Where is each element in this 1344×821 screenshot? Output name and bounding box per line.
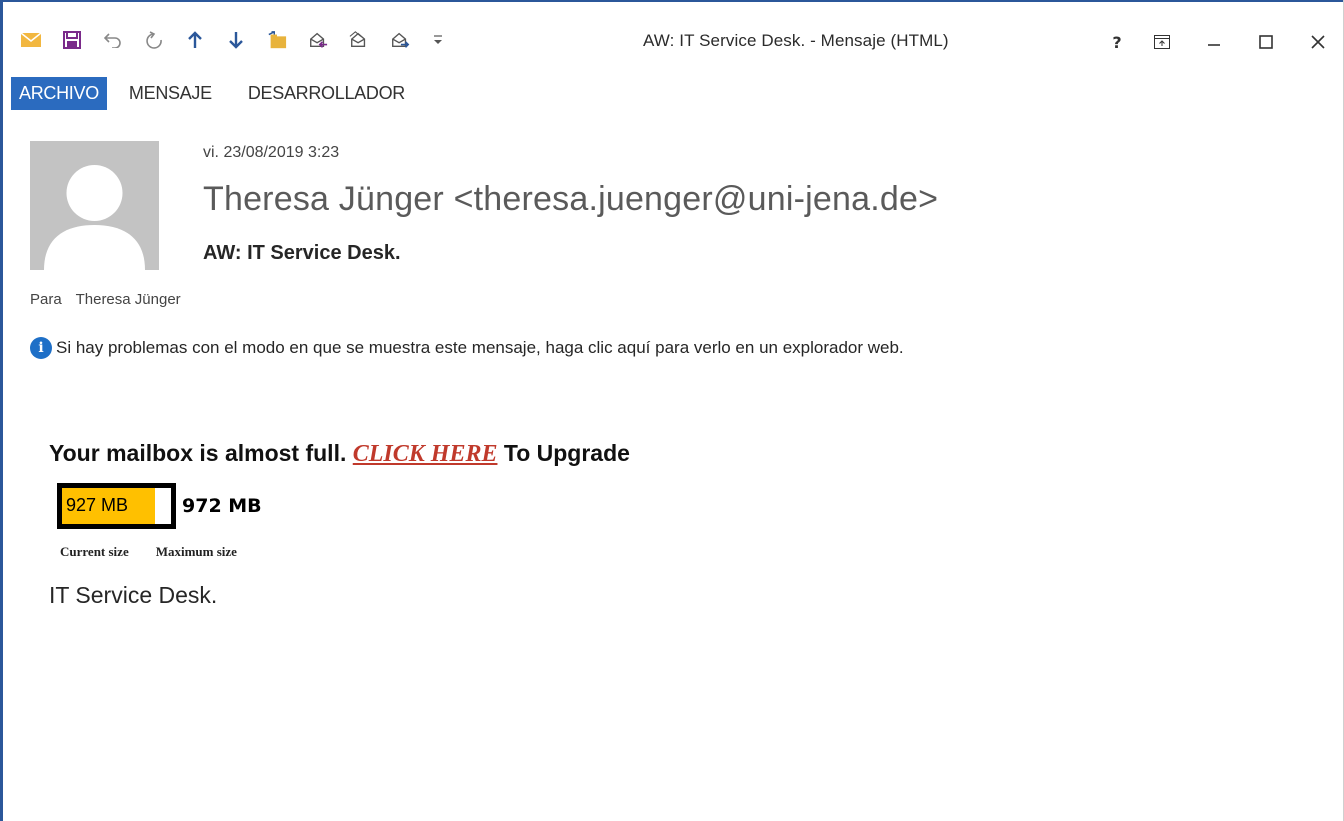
forward-icon[interactable] — [390, 29, 410, 51]
mail-icon[interactable] — [21, 29, 41, 51]
message-date: vi. 23/08/2019 3:23 — [203, 144, 340, 161]
message-subject: AW: IT Service Desk. — [203, 242, 401, 264]
window-title: AW: IT Service Desk. - Mensaje (HTML) — [643, 31, 949, 50]
ribbon-display-options-button[interactable] — [1136, 24, 1188, 60]
save-icon[interactable] — [62, 29, 82, 51]
upgrade-link[interactable]: CLICK HERE — [353, 441, 498, 467]
window-controls: ? — [1098, 24, 1344, 60]
reply-all-icon[interactable] — [349, 29, 369, 51]
close-button[interactable] — [1292, 24, 1344, 60]
recipient-line: Para Theresa Jünger — [30, 291, 181, 308]
headline-text-after: To Upgrade — [497, 440, 630, 466]
sender-name[interactable]: Theresa Jünger <theresa.juenger@uni-jena… — [203, 180, 938, 219]
quota-bar: 927 MB — [57, 483, 176, 529]
avatar[interactable] — [30, 141, 159, 270]
previous-item-icon[interactable] — [185, 29, 205, 51]
minimize-button[interactable] — [1188, 24, 1240, 60]
maximum-size-value: 972 MB — [182, 495, 262, 517]
maximum-size-label: Maximum size — [155, 544, 237, 559]
tab-desarrollador[interactable]: DESARROLLADOR — [234, 77, 419, 110]
ribbon-tabs: ARCHIVO MENSAJE DESARROLLADOR — [3, 76, 427, 110]
headline-text: Your mailbox is almost full. — [49, 440, 353, 466]
maximize-icon — [1259, 35, 1273, 49]
maximize-button[interactable] — [1240, 24, 1292, 60]
close-icon — [1311, 35, 1325, 49]
info-bar[interactable]: i Si hay problemas con el modo en que se… — [30, 335, 904, 361]
info-bar-text[interactable]: Si hay problemas con el modo en que se m… — [56, 338, 904, 358]
quick-access-toolbar — [21, 20, 475, 60]
body-headline: Your mailbox is almost full. CLICK HERE … — [49, 440, 630, 468]
outlook-message-window: AW: IT Service Desk. - Mensaje (HTML) ? … — [0, 0, 1344, 821]
tab-archivo[interactable]: ARCHIVO — [11, 76, 107, 110]
signature: IT Service Desk. — [49, 582, 218, 608]
help-button[interactable]: ? — [1098, 24, 1136, 60]
current-size-value: 927 MB — [66, 495, 129, 515]
quota-labels: Current size Maximum size — [60, 544, 237, 560]
next-item-icon[interactable] — [226, 29, 246, 51]
undo-icon[interactable] — [103, 29, 123, 51]
to-label: Para — [30, 291, 62, 308]
tab-mensaje[interactable]: MENSAJE — [115, 77, 226, 110]
mailbox-quota: 927 MB 972 MB — [57, 483, 262, 529]
ribbon-display-icon — [1154, 35, 1170, 49]
reply-icon[interactable] — [308, 29, 328, 51]
customize-qat-icon[interactable] — [431, 33, 445, 48]
info-icon: i — [30, 337, 52, 359]
redo-icon[interactable] — [144, 29, 164, 51]
minimize-icon — [1208, 44, 1220, 46]
current-size-label: Current size — [60, 544, 129, 559]
move-to-folder-icon[interactable] — [267, 29, 287, 51]
title-bar: AW: IT Service Desk. - Mensaje (HTML) ? — [3, 2, 1344, 80]
recipient-name[interactable]: Theresa Jünger — [76, 291, 181, 308]
person-placeholder-icon — [44, 165, 145, 270]
